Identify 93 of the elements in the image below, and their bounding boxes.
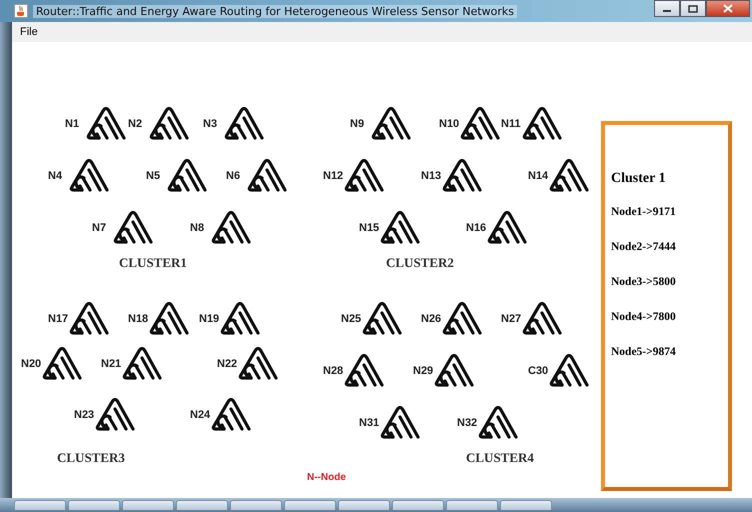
taskbar-button[interactable]: [284, 500, 336, 510]
node-value: Node2->7444: [611, 241, 677, 253]
taskbar-button[interactable]: [392, 500, 444, 510]
node-value: Node5->9874: [611, 346, 677, 358]
node-label: N20: [21, 358, 42, 370]
panel-title: Cluster 1: [611, 171, 667, 187]
node-label: N15: [359, 222, 380, 234]
sensor-node-icon[interactable]: [343, 159, 385, 193]
taskbar-button[interactable]: [176, 500, 228, 510]
sensor-node-icon[interactable]: [85, 107, 127, 141]
node-label: N17: [48, 313, 68, 325]
taskbar-button[interactable]: [446, 500, 498, 510]
node-label: N2: [128, 118, 142, 130]
cluster-label: CLUSTER3: [57, 451, 125, 465]
taskbar-button[interactable]: [500, 500, 552, 510]
node-label: N26: [421, 313, 442, 325]
taskbar-button[interactable]: [230, 500, 282, 510]
node-value: Node3->5800: [611, 276, 677, 288]
sensor-node-icon[interactable]: [379, 406, 421, 440]
close-button[interactable]: [706, 0, 750, 17]
node-label: N21: [101, 358, 122, 370]
sensor-node-icon[interactable]: [548, 159, 590, 193]
node-label: N24: [190, 409, 210, 421]
sensor-node-icon[interactable]: [148, 302, 190, 336]
node-label: N1: [65, 118, 80, 130]
sensor-node-icon[interactable]: [441, 302, 483, 336]
sensor-node-icon[interactable]: [68, 302, 110, 336]
node-label: N32: [457, 417, 478, 429]
node-label: N12: [323, 170, 344, 182]
node-label: N6: [226, 170, 240, 182]
sensor-node-icon[interactable]: [459, 107, 501, 141]
sensor-node-icon[interactable]: [548, 354, 590, 388]
sensor-node-icon[interactable]: [361, 302, 403, 336]
cluster-label: CLUSTER2: [386, 256, 454, 270]
sensor-node-icon[interactable]: [441, 159, 483, 193]
taskbar-button[interactable]: [68, 500, 120, 510]
java-cup-icon: [14, 4, 28, 18]
maximize-icon: [688, 4, 698, 12]
node-label: C30: [528, 365, 548, 377]
sensor-node-icon[interactable]: [237, 347, 279, 381]
node-label: N4: [48, 170, 62, 182]
close-icon: [723, 4, 733, 13]
node-label: N14: [528, 170, 548, 182]
menu-item[interactable]: File: [20, 26, 38, 38]
node-label: N25: [341, 313, 362, 325]
sensor-node-icon[interactable]: [219, 302, 261, 336]
sensor-node-icon[interactable]: [343, 354, 385, 388]
sensor-node-icon[interactable]: [379, 211, 421, 245]
sensor-node-icon[interactable]: [210, 211, 252, 245]
sensor-node-icon[interactable]: [41, 347, 83, 381]
sensor-node-icon[interactable]: [521, 107, 563, 141]
sensor-node-icon[interactable]: [486, 211, 528, 245]
node-label: N22: [217, 358, 238, 370]
node-label: N5: [146, 170, 160, 182]
node-label: N29: [413, 365, 434, 377]
sensor-node-icon[interactable]: [246, 159, 288, 193]
sensor-node-icon[interactable]: [210, 398, 252, 432]
sensor-node-icon[interactable]: [370, 107, 412, 141]
node-label: N11: [501, 118, 521, 130]
sensor-node-icon[interactable]: [112, 211, 154, 245]
node-label: N19: [199, 313, 220, 325]
sensor-node-icon[interactable]: [433, 354, 475, 388]
cluster-label: CLUSTER4: [466, 451, 534, 465]
node-label: N31: [359, 417, 380, 429]
node-label: N3: [203, 118, 218, 130]
node-label: N8: [190, 222, 204, 234]
node-label: N27: [501, 313, 522, 325]
sensor-node-icon[interactable]: [477, 406, 519, 440]
taskbar-button[interactable]: [338, 500, 390, 510]
sensor-node-icon[interactable]: [166, 159, 208, 193]
sensor-node-icon[interactable]: [94, 398, 136, 432]
taskbar-button[interactable]: [14, 500, 66, 510]
taskbar-button[interactable]: [122, 500, 174, 510]
node-label: N10: [439, 118, 460, 130]
node-label: N7: [92, 222, 106, 234]
sensor-node-icon[interactable]: [121, 347, 163, 381]
node-label: N23: [74, 409, 94, 421]
sensor-node-icon[interactable]: [521, 302, 563, 336]
node-label: N28: [323, 365, 344, 377]
sensor-node-icon[interactable]: [148, 107, 190, 141]
legend-text: N--Node: [307, 472, 346, 483]
node-label: N13: [421, 170, 442, 182]
node-value: Node1->9171: [611, 206, 677, 218]
node-label: N18: [128, 313, 148, 325]
node-label: N16: [466, 222, 486, 234]
sensor-node-icon[interactable]: [68, 159, 110, 193]
sensor-node-icon[interactable]: [223, 107, 265, 141]
window-title: Router::Traffic and Energy Aware Routing for Heterogeneous Wireless Sensor Networks: [33, 4, 518, 18]
node-label: N9: [350, 118, 364, 130]
maximize-button[interactable]: [680, 0, 706, 17]
cluster-label: CLUSTER1: [119, 256, 187, 270]
minimize-button[interactable]: [654, 0, 680, 17]
node-value: Node4->7800: [611, 311, 677, 323]
